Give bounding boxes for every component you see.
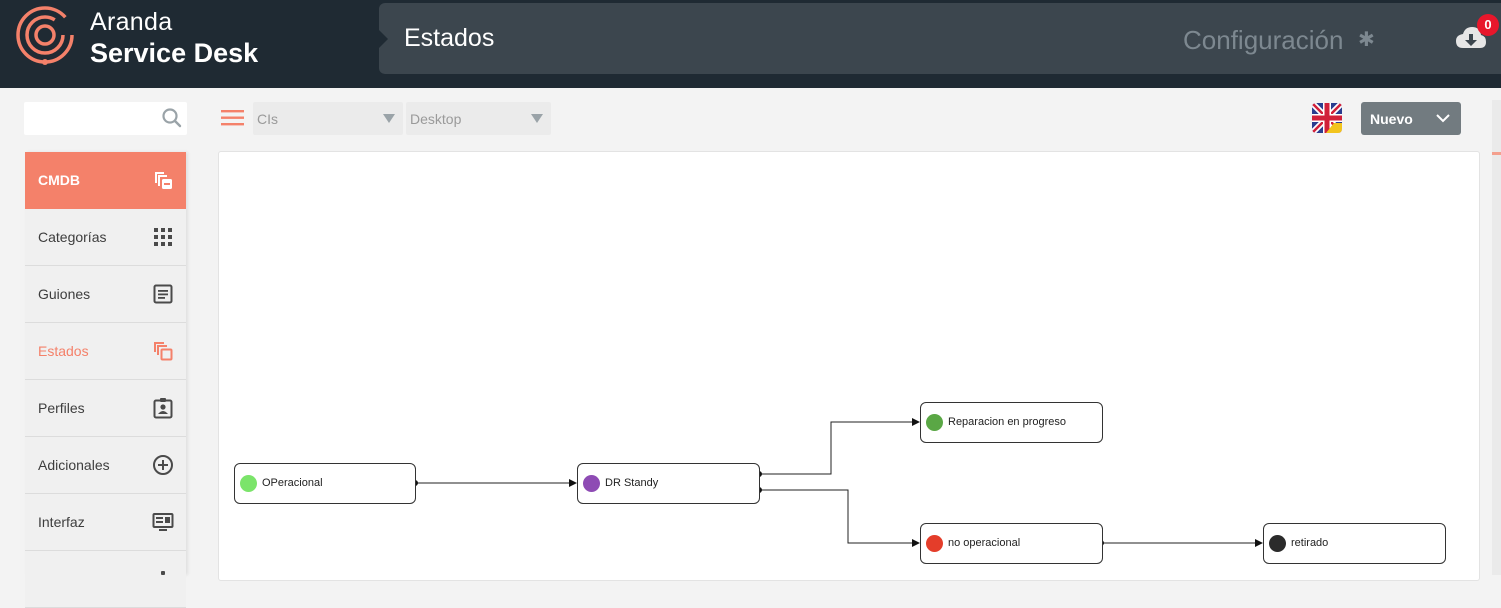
page-title: Estados: [404, 24, 495, 52]
chevron-down-icon: [383, 114, 395, 123]
state-node-retirado[interactable]: retirado: [1263, 523, 1446, 564]
project-select-value: CIs: [257, 111, 278, 127]
configuration-link[interactable]: Configuración: [1183, 25, 1343, 56]
chevron-down-icon: [1436, 114, 1450, 123]
brand-name-line1: Aranda: [90, 8, 173, 36]
scrollbar-thumb[interactable]: [1492, 152, 1501, 155]
search-icon[interactable]: [161, 107, 183, 129]
copy-remove-icon: [155, 172, 172, 189]
sidebar-item-interfaz[interactable]: Interfaz: [25, 494, 186, 551]
sidebar-item-label: CMDB: [38, 172, 80, 188]
transition-dr-standy-no-operacional: [756, 487, 920, 547]
state-label: DR Standy: [605, 477, 659, 489]
sidebar-item-label: Categorías: [38, 229, 107, 245]
new-button[interactable]: Nuevo: [1361, 102, 1461, 135]
state-node-reparacion-en-progreso[interactable]: Reparacion en progreso: [920, 402, 1103, 443]
scrollbar[interactable]: [1492, 100, 1501, 575]
status-dot: [926, 535, 943, 552]
type-select-value: Desktop: [410, 111, 462, 127]
uk-flag-icon[interactable]: [1312, 103, 1342, 133]
state-node-no-operacional[interactable]: no operacional: [920, 523, 1103, 564]
sidebar: CMDB Categorías Guiones Estados Perfiles…: [25, 152, 186, 608]
notification-badge: 0: [1477, 14, 1499, 36]
transition-operacional-dr-standy: [412, 479, 577, 487]
chevron-down-icon: [531, 114, 543, 123]
type-select[interactable]: Desktop: [406, 102, 551, 135]
grid-icon: [154, 228, 172, 246]
brand[interactable]: Aranda Service Desk: [14, 4, 374, 70]
app-header: Aranda Service Desk Estados Configuració…: [0, 0, 1501, 88]
sidebar-item-label: Guiones: [38, 286, 91, 302]
transition-dr-standy-reparacion: [756, 418, 920, 477]
sidebar-item-categorias[interactable]: Categorías: [25, 209, 186, 266]
state-transitions: [412, 418, 1263, 547]
copy-icon: [154, 342, 173, 361]
state-label: retirado: [1291, 537, 1329, 549]
status-dot: [1269, 535, 1286, 552]
sidebar-item-label: Interfaz: [38, 514, 85, 530]
transition-no-operacional-retirado: [1098, 539, 1263, 547]
sidebar-item-label: Perfiles: [38, 400, 85, 416]
sidebar-item-adicionales[interactable]: Adicionales: [25, 437, 186, 494]
title-notch: [379, 30, 388, 48]
status-dot: [240, 475, 257, 492]
search-input[interactable]: [24, 102, 187, 135]
sidebar-item-label: Adicionales: [38, 457, 110, 473]
sidebar-item-cmdb[interactable]: CMDB: [25, 152, 186, 209]
new-button-label: Nuevo: [1370, 111, 1413, 127]
state-label: no operacional: [948, 537, 1021, 549]
state-flow-canvas[interactable]: OPeracional DR Standy Reparacion en prog…: [218, 151, 1480, 581]
status-dot: [926, 414, 943, 431]
aranda-logo-icon: [16, 6, 74, 65]
sidebar-item-label: Estados: [38, 343, 89, 359]
gear-icon[interactable]: ✱: [1358, 27, 1375, 52]
sidebar-item-perfiles[interactable]: Perfiles: [25, 380, 186, 437]
sidebar-item-guiones[interactable]: Guiones: [25, 266, 186, 323]
state-label: Reparacion en progreso: [948, 416, 1067, 428]
state-label: OPeracional: [262, 477, 323, 489]
hamburger-menu-icon[interactable]: [220, 108, 245, 128]
state-node-operacional[interactable]: OPeracional: [234, 463, 416, 504]
more-icon: [161, 571, 165, 575]
badge-icon: [153, 398, 173, 419]
project-select[interactable]: CIs: [253, 102, 403, 135]
brand-name-line2: Service Desk: [90, 38, 259, 68]
plus-circle-icon: [153, 455, 173, 475]
state-node-dr-standy[interactable]: DR Standy: [577, 463, 760, 504]
monitor-icon: [152, 513, 174, 531]
sidebar-item-more[interactable]: [25, 551, 186, 608]
status-dot: [583, 475, 600, 492]
document-icon: [153, 284, 173, 304]
sidebar-item-estados[interactable]: Estados: [25, 323, 186, 380]
